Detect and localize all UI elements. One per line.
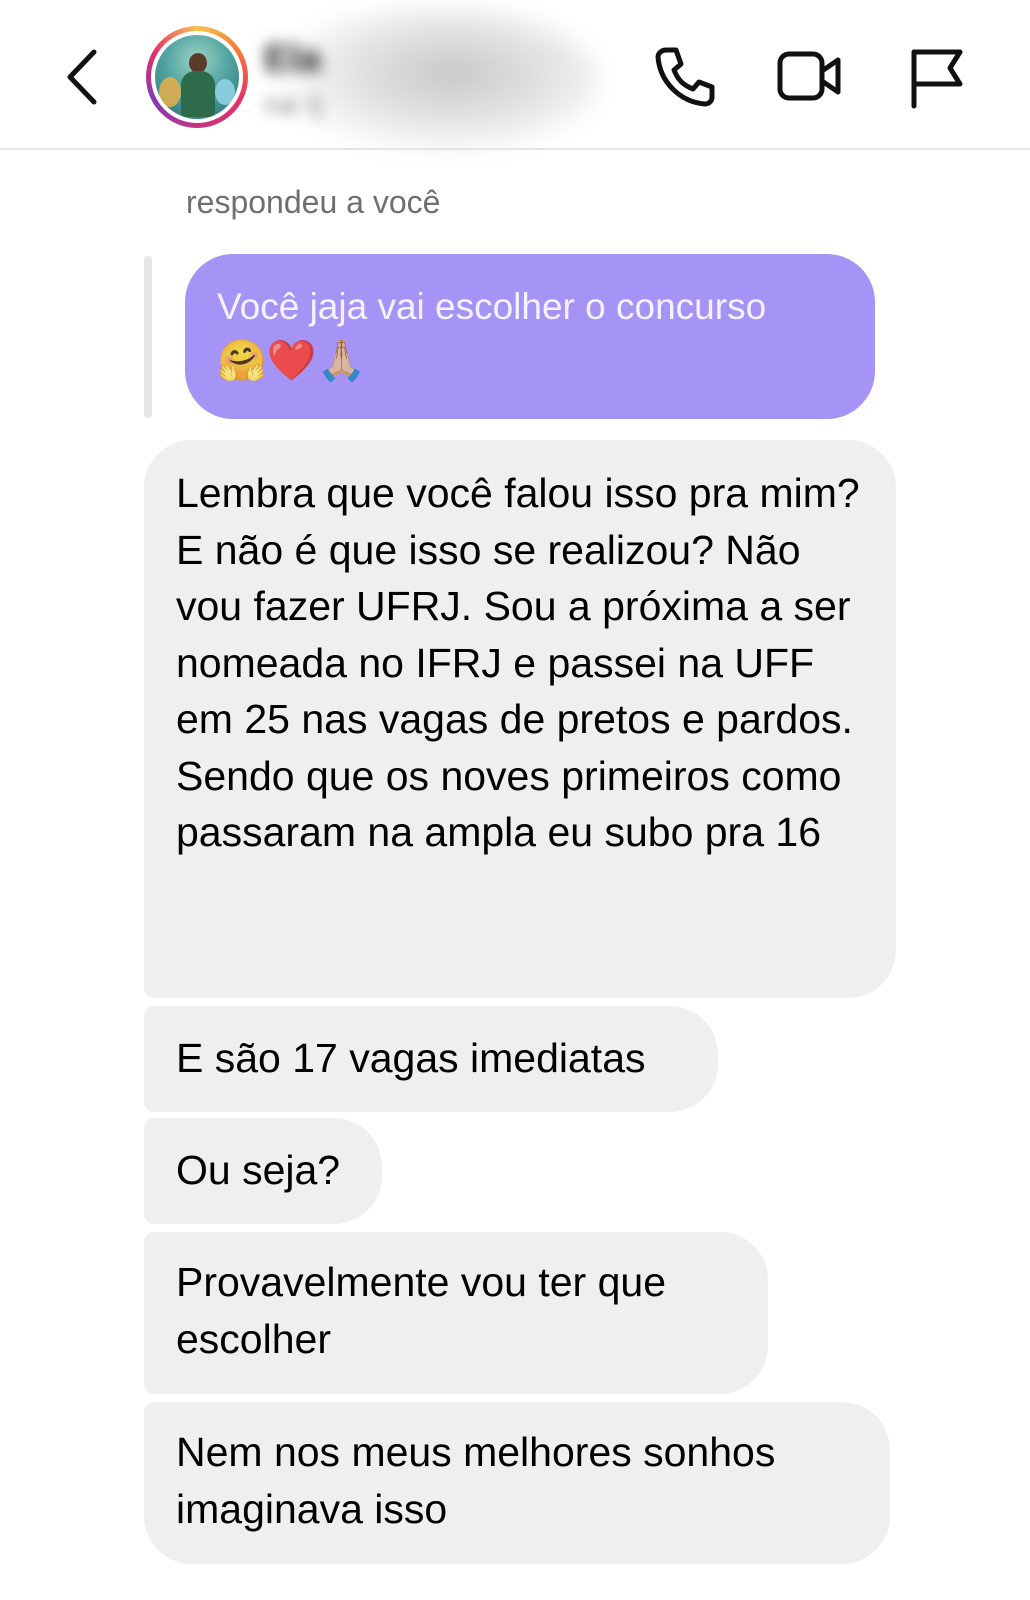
- video-icon: [777, 51, 841, 101]
- message-bubble[interactable]: E são 17 vagas imediatas: [144, 1006, 718, 1112]
- redaction-blur: [270, 6, 600, 156]
- flag-icon: [911, 49, 963, 109]
- report-button[interactable]: [904, 44, 970, 110]
- message-bubble[interactable]: Ou seja?: [144, 1118, 382, 1224]
- phone-icon: [655, 47, 715, 107]
- contact-username: na rj: [264, 88, 323, 121]
- avatar-frame: [151, 31, 243, 123]
- voice-call-button[interactable]: [652, 44, 718, 110]
- message-bubble[interactable]: Lembra que você falou isso pra mim? E nã…: [144, 440, 896, 998]
- avatar[interactable]: [146, 26, 248, 128]
- message-text: Lembra que você falou isso pra mim? E nã…: [176, 470, 872, 855]
- replied-message-bubble[interactable]: Você jaja vai escolher o concurso 🤗❤️🙏🏼: [185, 254, 875, 419]
- message-text: Ou seja?: [176, 1147, 341, 1193]
- contact-name[interactable]: Ela: [264, 38, 321, 81]
- replied-message-emojis: 🤗❤️🙏🏼: [217, 338, 367, 384]
- message-bubble[interactable]: Nem nos meus melhores sonhos imaginava i…: [144, 1402, 890, 1564]
- avatar-image: [155, 35, 239, 119]
- message-text: Nem nos meus melhores sonhos imaginava i…: [176, 1429, 787, 1532]
- video-call-button[interactable]: [776, 44, 842, 110]
- replied-message-text: Você jaja vai escolher o concurso: [217, 286, 767, 327]
- message-text: Provavelmente vou ter que escolher: [176, 1259, 678, 1362]
- message-text: E são 17 vagas imediatas: [176, 1035, 646, 1081]
- reply-indicator-bar: [144, 256, 152, 418]
- back-chevron-icon: [67, 49, 97, 105]
- chat-header: Ela na rj: [0, 0, 1030, 156]
- back-button[interactable]: [58, 44, 108, 110]
- reply-context-label: respondeu a você: [186, 184, 441, 220]
- message-bubble[interactable]: Provavelmente vou ter que escolher: [144, 1232, 768, 1394]
